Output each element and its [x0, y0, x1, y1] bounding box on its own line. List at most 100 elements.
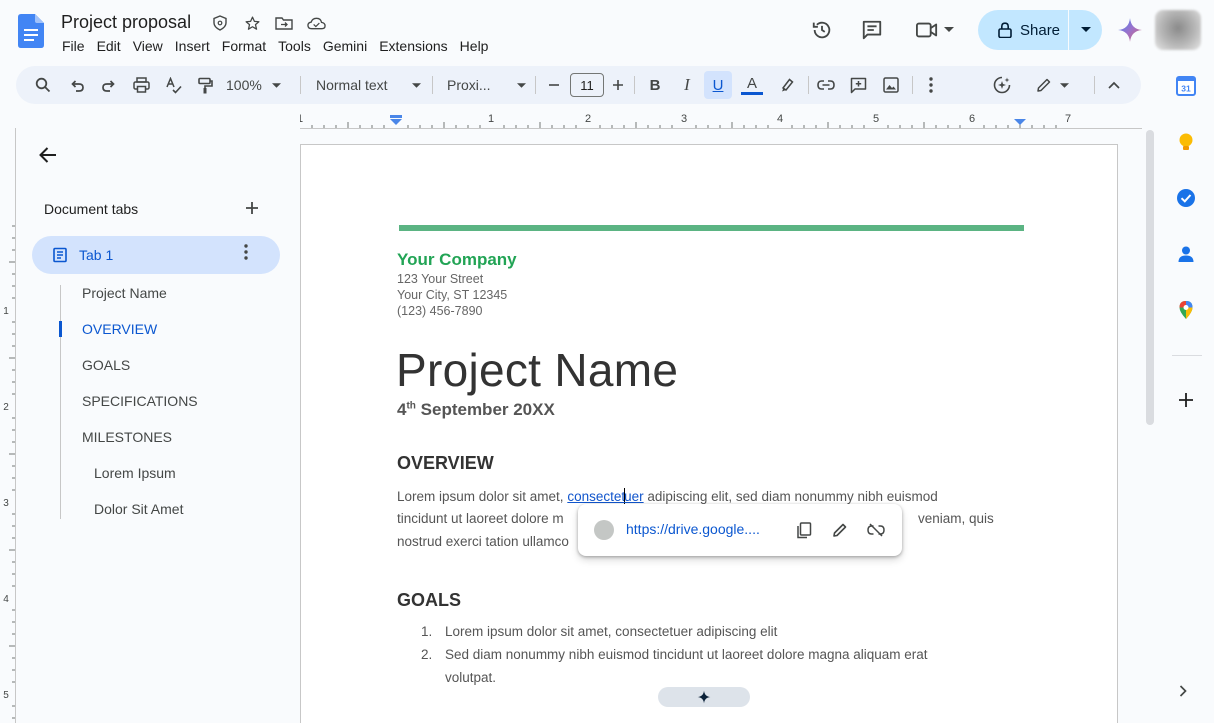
underline-icon[interactable]: U [704, 71, 732, 99]
ruler-label: 2 [3, 402, 9, 413]
gemini-icon[interactable] [1117, 17, 1143, 43]
star-icon[interactable] [242, 13, 262, 33]
avatar[interactable] [1155, 10, 1201, 50]
keep-icon[interactable] [1176, 132, 1196, 152]
add-comment-icon[interactable] [847, 66, 869, 104]
paint-format-icon[interactable] [194, 66, 216, 104]
address-line-city: Your City, ST 12345 [397, 288, 508, 302]
vertical-ruler[interactable]: 1 2 3 4 5 [0, 128, 16, 723]
outline-item-goals[interactable]: GOALS [82, 357, 130, 373]
docs-logo-icon[interactable] [18, 14, 44, 48]
remove-link-icon[interactable] [864, 518, 888, 542]
meet-icon[interactable] [912, 14, 958, 46]
left-indent-marker[interactable] [390, 119, 402, 125]
menu-help[interactable]: Help [460, 38, 497, 54]
document-title[interactable]: Project proposal [61, 12, 191, 33]
undo-icon[interactable] [66, 66, 88, 104]
outline-item-milestones[interactable]: MILESTONES [82, 429, 172, 445]
side-panel: 31 [1160, 60, 1214, 723]
edit-link-icon[interactable] [828, 518, 852, 542]
style-select[interactable]: Normal text [316, 66, 426, 104]
close-tabs-panel-icon[interactable] [38, 146, 60, 168]
document-page[interactable]: Your Company 123 Your Street Your City, … [300, 144, 1118, 723]
more-options-icon[interactable] [921, 66, 941, 104]
add-tab-icon[interactable] [243, 197, 261, 223]
menu-format[interactable]: Format [222, 38, 274, 54]
italic-icon[interactable]: I [676, 66, 698, 104]
vertical-scrollbar[interactable] [1146, 130, 1154, 425]
date-rest: September 20XX [415, 400, 555, 419]
ruler-label: 1 [488, 113, 494, 125]
menu-edit[interactable]: Edit [97, 38, 129, 54]
print-icon[interactable] [130, 66, 152, 104]
outline-item-dolor-sit-amet[interactable]: Dolor Sit Amet [94, 501, 183, 517]
gemini-refine-icon[interactable] [991, 66, 1013, 104]
outline-item-lorem-ipsum[interactable]: Lorem Ipsum [94, 465, 176, 481]
date-suffix: th [406, 400, 416, 412]
gemini-quick-action[interactable] [658, 687, 750, 707]
svg-text:31: 31 [1181, 84, 1191, 94]
hyperlink[interactable]: consectetuer [567, 488, 644, 504]
ruler-label: 7 [1065, 113, 1071, 125]
shield-icon[interactable] [210, 13, 230, 33]
outline-active-indicator [59, 321, 62, 337]
version-history-icon[interactable] [806, 14, 838, 46]
right-indent-marker[interactable] [1014, 119, 1026, 125]
editing-mode-select[interactable] [1032, 66, 1072, 104]
font-size-input[interactable]: 11 [570, 73, 604, 97]
highlight-icon[interactable] [776, 66, 798, 104]
toolbar-divider [808, 76, 809, 94]
ruler-label: 4 [777, 113, 783, 125]
header-accent-bar [399, 225, 1024, 231]
comments-icon[interactable] [856, 14, 888, 46]
address-line-phone: (123) 456-7890 [397, 304, 483, 318]
contacts-icon[interactable] [1176, 244, 1196, 264]
menu-file[interactable]: File [62, 38, 93, 54]
move-folder-icon[interactable] [274, 13, 294, 33]
menu-tools[interactable]: Tools [278, 38, 319, 54]
toolbar-divider [432, 76, 433, 94]
tasks-icon[interactable] [1176, 188, 1196, 208]
overview-text: Lorem ipsum dolor sit amet, [397, 489, 568, 504]
tab-1[interactable]: Tab 1 [32, 236, 280, 274]
increase-font-size-icon[interactable] [610, 66, 626, 104]
cloud-saved-icon[interactable] [306, 13, 326, 33]
outline-item-specifications[interactable]: SPECIFICATIONS [82, 393, 198, 409]
menu-extensions[interactable]: Extensions [379, 38, 455, 54]
toolbar-divider [535, 76, 536, 94]
expand-side-panel-icon[interactable] [1178, 684, 1188, 703]
outline-item-overview[interactable]: OVERVIEW [82, 321, 157, 337]
toolbar-divider [634, 76, 635, 94]
zoom-value: 100% [226, 77, 262, 93]
chevron-down-icon [1059, 82, 1069, 88]
overview-line-2-right: veniam, quis [918, 511, 994, 526]
redo-icon[interactable] [98, 66, 120, 104]
search-menus-icon[interactable] [32, 66, 54, 104]
menu-gemini[interactable]: Gemini [323, 38, 375, 54]
menu-view[interactable]: View [133, 38, 171, 54]
font-select[interactable]: Proxi... [447, 66, 527, 104]
share-button[interactable]: Share [978, 10, 1102, 50]
insert-link-icon[interactable] [815, 66, 837, 104]
copy-link-icon[interactable] [792, 518, 816, 542]
tab-options-icon[interactable] [244, 244, 248, 264]
calendar-icon[interactable]: 31 [1176, 76, 1196, 96]
document-icon [53, 247, 67, 263]
text-color-icon[interactable]: A [740, 66, 764, 104]
add-addon-icon[interactable] [1176, 390, 1196, 410]
spellcheck-icon[interactable] [162, 66, 184, 104]
insert-image-icon[interactable] [880, 66, 902, 104]
decrease-font-size-icon[interactable] [546, 66, 562, 104]
company-name: Your Company [397, 250, 517, 269]
bold-icon[interactable]: B [644, 66, 666, 104]
horizontal-ruler[interactable]: 1 1 2 3 4 5 6 7 [300, 111, 1142, 129]
share-dropdown-icon[interactable] [1069, 27, 1102, 33]
first-line-indent-marker[interactable] [390, 115, 402, 118]
hide-menus-icon[interactable] [1104, 66, 1124, 104]
outline-item-project-name[interactable]: Project Name [82, 285, 167, 301]
share-main[interactable]: Share [978, 22, 1068, 39]
zoom-select[interactable]: 100% [226, 66, 290, 104]
link-url[interactable]: https://drive.google.... [626, 521, 760, 537]
menu-insert[interactable]: Insert [175, 38, 218, 54]
maps-icon[interactable] [1176, 300, 1196, 320]
